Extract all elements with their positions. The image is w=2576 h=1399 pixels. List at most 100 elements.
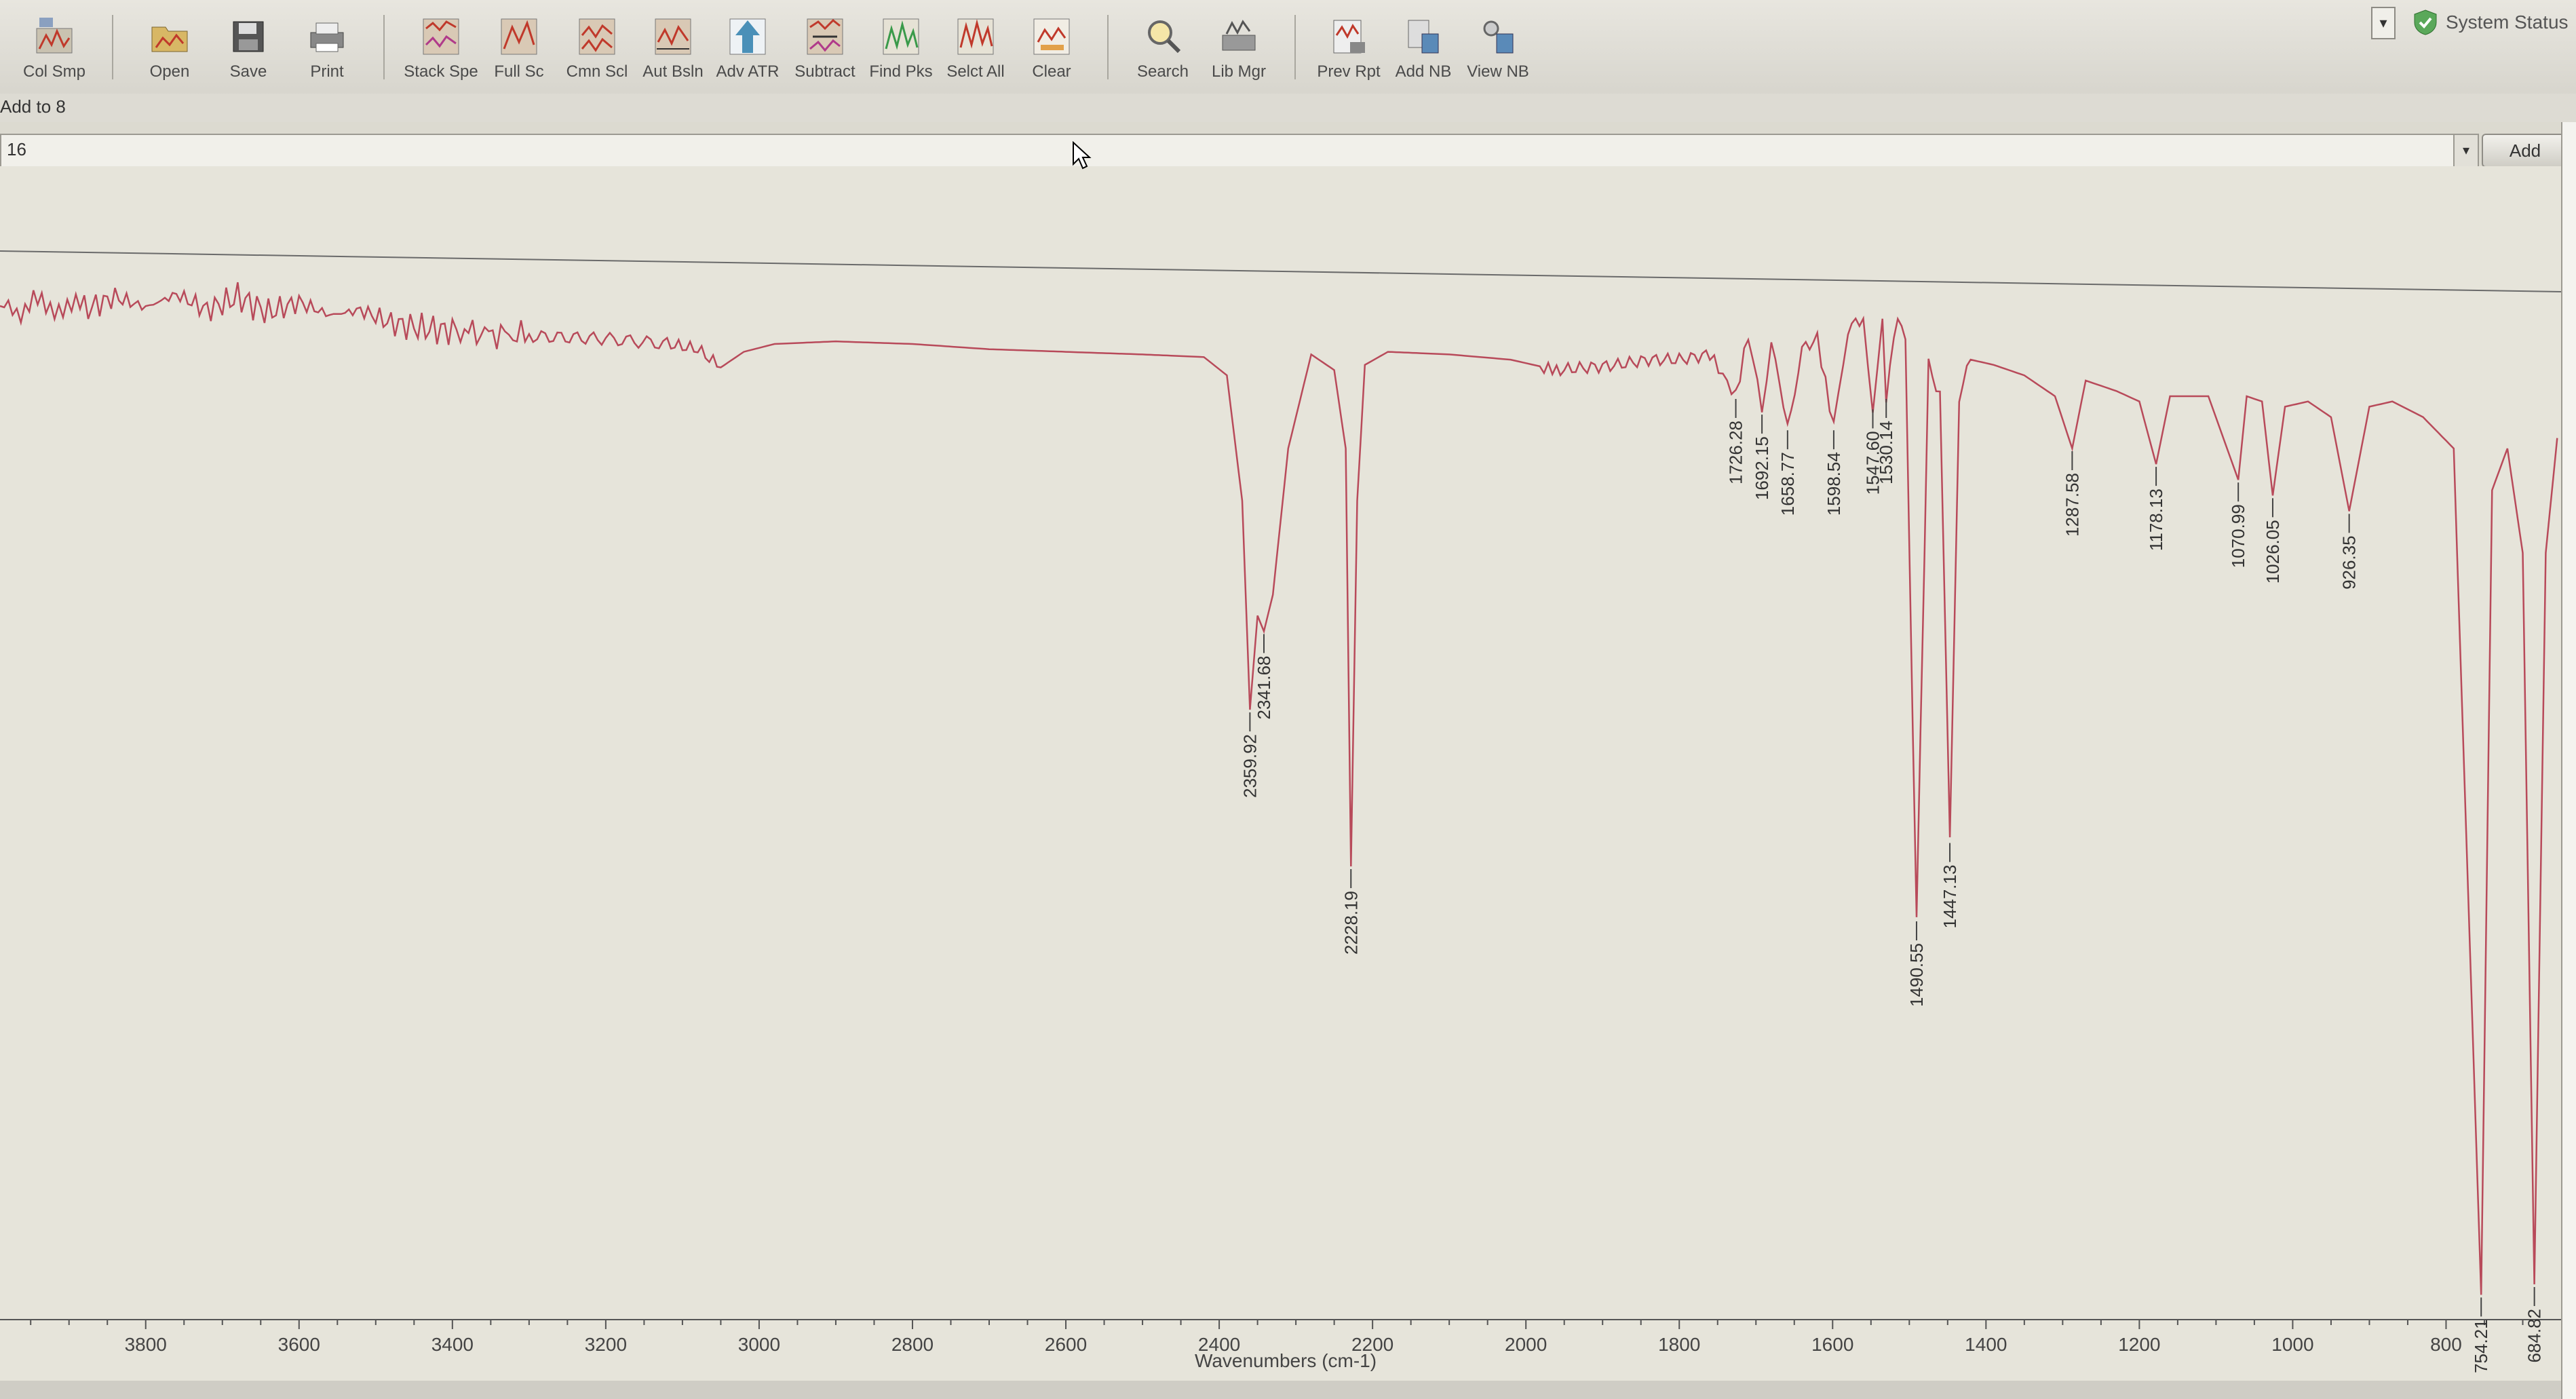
x-tick-label: 2000 — [1505, 1334, 1547, 1355]
auto-baseline-button[interactable]: Aut Bsln — [639, 7, 707, 98]
system-status-indicator[interactable]: System Status — [2412, 5, 2576, 39]
peak-label[interactable]: 1287.58 — [2062, 451, 2082, 537]
collect-sample-icon — [36, 18, 73, 54]
spectrum-chart: 3800 3600 3400 3200 3000 2800 2600 2400 2200 2000… — [0, 250, 2561, 1373]
toolbar-separator — [112, 15, 113, 79]
peak-value-text: 2341.68 — [1254, 656, 1274, 720]
select-all-icon — [957, 18, 994, 55]
search-button[interactable]: Search — [1129, 7, 1197, 98]
preview-report-icon — [1333, 20, 1365, 54]
save-disk-icon — [233, 21, 264, 52]
peak-value-text: 1726.28 — [1726, 421, 1746, 484]
peak-label[interactable]: 2359.92 — [1239, 712, 1260, 798]
peak-label[interactable]: 1490.55 — [1906, 921, 1927, 1007]
save-button[interactable]: Save — [214, 7, 282, 98]
shield-check-icon — [2414, 9, 2437, 35]
subtract-button[interactable]: Subtract — [791, 7, 859, 98]
stack-spectra-button[interactable]: Stack Spe — [404, 7, 478, 98]
peak-value-text: 2359.92 — [1239, 734, 1260, 798]
peak-label[interactable]: 1070.99 — [2228, 482, 2248, 568]
peak-label[interactable]: 1178.13 — [2146, 467, 2166, 551]
toolbar-separator — [383, 15, 385, 79]
view-notebook-icon — [1483, 20, 1514, 54]
x-tick-label: 3400 — [431, 1334, 474, 1355]
clear-button[interactable]: Clear — [1018, 7, 1085, 98]
peak-value-text: 926.35 — [2339, 535, 2360, 590]
peak-label[interactable]: 754.21 — [2471, 1297, 2491, 1373]
view-notebook-button[interactable]: View NB — [1464, 7, 1532, 98]
x-axis-label: Wavenumbers (cm-1) — [1194, 1350, 1377, 1371]
x-tick-label: 3600 — [278, 1334, 320, 1355]
preview-report-button[interactable]: Prev Rpt — [1315, 7, 1383, 98]
peak-value-text: 754.21 — [2471, 1319, 2491, 1373]
x-tick-label: 3800 — [125, 1334, 167, 1355]
status-bar — [0, 1381, 2561, 1399]
peak-value-text: 1287.58 — [2062, 473, 2082, 537]
peak-label[interactable]: 1530.14 — [1876, 399, 1896, 484]
toolbar-separator — [1107, 15, 1109, 79]
folder-open-icon — [151, 26, 188, 52]
stack-spectra-icon — [423, 18, 459, 55]
x-tick-label: 1400 — [1965, 1334, 2007, 1355]
x-tick-label: 3200 — [585, 1334, 627, 1355]
find-peaks-button[interactable]: Find Pks — [867, 7, 935, 98]
x-tick-label: 2600 — [1045, 1334, 1087, 1355]
main-toolbar: Col Smp Open Save Print Stack Spe Full S… — [0, 0, 2576, 103]
auto-baseline-icon — [655, 18, 691, 55]
add-to-label: Add to 8 — [0, 96, 66, 117]
peak-label[interactable]: 2228.19 — [1341, 869, 1361, 955]
clear-icon — [1033, 18, 1070, 55]
peak-label[interactable]: 1447.13 — [1940, 843, 1960, 929]
peak-value-text: 1692.15 — [1752, 436, 1772, 500]
spectrum-selector-combo[interactable]: 16 ▾ — [0, 134, 2479, 168]
peak-value-text: 2228.19 — [1341, 891, 1361, 955]
adv-atr-button[interactable]: Adv ATR — [714, 7, 782, 98]
peak-label[interactable]: 2341.68 — [1254, 634, 1274, 720]
spectrum-selector-value: 16 — [7, 139, 26, 159]
x-tick-label: 1200 — [2118, 1334, 2160, 1355]
add-notebook-button[interactable]: Add NB — [1389, 7, 1457, 98]
peak-label[interactable]: 1026.05 — [2263, 498, 2283, 583]
subtract-icon — [807, 18, 843, 55]
peak-label[interactable]: 1598.54 — [1824, 430, 1844, 516]
x-tick-label: 1800 — [1658, 1334, 1700, 1355]
peak-label[interactable]: 1692.15 — [1752, 415, 1772, 500]
x-tick-label: 800 — [2430, 1334, 2462, 1355]
print-button[interactable]: Print — [293, 7, 361, 98]
peak-label[interactable]: 1726.28 — [1726, 399, 1746, 484]
library-manager-button[interactable]: Lib Mgr — [1205, 7, 1273, 98]
system-status-label: System Status — [2446, 12, 2569, 33]
search-icon — [1148, 20, 1181, 54]
system-status-dropdown[interactable]: ▾ — [2371, 7, 2396, 39]
open-button[interactable]: Open — [136, 7, 204, 98]
add-notebook-icon — [1408, 20, 1439, 54]
mouse-cursor-icon — [1073, 141, 1092, 170]
chevron-down-icon[interactable]: ▾ — [2453, 135, 2478, 166]
peak-value-text: 1026.05 — [2263, 520, 2283, 583]
peak-value-text: 1530.14 — [1876, 421, 1896, 484]
peak-value-text: 1070.99 — [2228, 504, 2248, 568]
add-button[interactable]: Add — [2482, 134, 2569, 168]
col-smp-button[interactable]: Col Smp — [20, 7, 88, 98]
spectrum-plot-area[interactable]: 3800 3600 3400 3200 3000 2800 2600 2400 2200 2000… — [0, 166, 2561, 1381]
peak-label[interactable]: 926.35 — [2339, 514, 2360, 590]
x-tick-label: 2800 — [891, 1334, 934, 1355]
common-scale-button[interactable]: Cmn Scl — [563, 7, 631, 98]
toolbar-separator — [1294, 15, 1296, 79]
common-scale-icon — [579, 18, 615, 55]
x-tick-label: 1000 — [2271, 1334, 2313, 1355]
select-all-button[interactable]: Selct All — [942, 7, 1010, 98]
full-scale-button[interactable]: Full Sc — [485, 7, 553, 98]
vertical-scrollbar[interactable] — [2561, 122, 2576, 1399]
add-to-row: Add to 8 — [0, 94, 2576, 122]
peak-value-text: 1447.13 — [1940, 865, 1960, 929]
peak-value-text: 1598.54 — [1824, 452, 1844, 516]
peak-label[interactable]: 1658.77 — [1777, 430, 1798, 516]
spectrum-trace — [0, 282, 2558, 1295]
peak-label[interactable]: 684.82 — [2524, 1287, 2545, 1363]
printer-icon — [310, 22, 344, 52]
advanced-atr-icon — [729, 18, 766, 55]
library-manager-icon — [1222, 20, 1256, 51]
peak-value-text: 1178.13 — [2146, 488, 2166, 551]
full-scale-icon — [501, 18, 537, 55]
